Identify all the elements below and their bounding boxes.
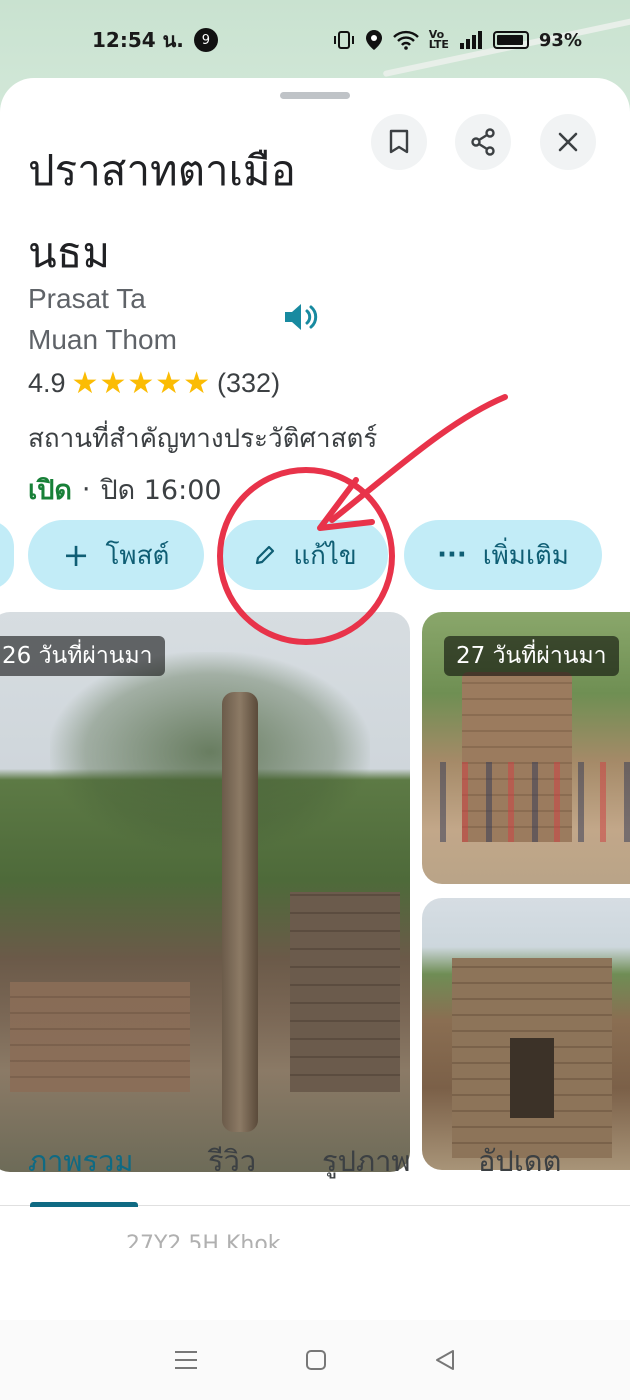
tab-photos[interactable]: รูปภาพ bbox=[322, 1138, 411, 1184]
speaker-icon[interactable] bbox=[282, 300, 322, 334]
more-label: เพิ่มเติม bbox=[482, 540, 569, 571]
close-icon bbox=[558, 132, 578, 152]
tree-canopy bbox=[50, 652, 370, 852]
review-count: (332) bbox=[217, 368, 281, 398]
temple-doorway bbox=[510, 1038, 554, 1118]
place-category: สถานที่สำคัญทางประวัติศาสตร์ bbox=[28, 424, 378, 454]
address-peek: 27Y2 5H Khok bbox=[126, 1232, 281, 1248]
share-button[interactable] bbox=[455, 114, 511, 170]
closing-time: ปิด 16:00 bbox=[100, 475, 222, 506]
tab-updates[interactable]: อัปเดต bbox=[478, 1138, 561, 1184]
ruin-structure bbox=[290, 892, 400, 1092]
share-icon bbox=[471, 128, 495, 156]
signal-icon bbox=[459, 30, 483, 50]
tab-reviews[interactable]: รีวิว bbox=[208, 1138, 256, 1184]
place-subtitle: Prasat Ta Muan Thom bbox=[28, 278, 278, 360]
photo-date-badge: 26 วันที่ผ่านมา bbox=[0, 636, 165, 676]
save-button[interactable] bbox=[371, 114, 427, 170]
ellipsis-icon: ··· bbox=[437, 540, 467, 570]
open-status: เปิด bbox=[28, 475, 72, 506]
rating-value: 4.9 bbox=[28, 368, 66, 398]
photo-date-badge-side: 27 วันที่ผ่านมา bbox=[444, 636, 619, 676]
vibrate-icon bbox=[333, 30, 355, 50]
ruin-wall bbox=[10, 982, 190, 1092]
chip-offscreen[interactable] bbox=[0, 520, 14, 590]
rating-stars: ★★★★★ bbox=[71, 367, 212, 400]
plus-icon: + bbox=[62, 536, 90, 574]
bookmark-icon bbox=[389, 129, 409, 154]
close-button[interactable] bbox=[540, 114, 596, 170]
edit-label: แก้ไข bbox=[293, 540, 357, 571]
subtitle-line-2: Muan Thom bbox=[28, 324, 177, 355]
more-button[interactable]: ··· เพิ่มเติม bbox=[404, 520, 602, 590]
photo-main[interactable]: 26 วันที่ผ่านมา bbox=[0, 612, 410, 1172]
recents-icon[interactable] bbox=[173, 1349, 199, 1371]
home-icon[interactable] bbox=[304, 1348, 328, 1372]
tree-trunk bbox=[222, 692, 258, 1132]
status-time: 12:54 น. bbox=[92, 28, 184, 52]
photo-side-top[interactable]: 27 วันที่ผ่านมา bbox=[422, 612, 630, 884]
notification-count-badge: 9 bbox=[193, 28, 218, 52]
subtitle-line-1: Prasat Ta bbox=[28, 283, 146, 314]
active-tab-indicator bbox=[30, 1202, 138, 1207]
hours-separator: · bbox=[81, 474, 91, 505]
battery-level: 93% bbox=[538, 29, 582, 51]
location-icon bbox=[365, 29, 383, 51]
back-icon[interactable] bbox=[433, 1348, 457, 1372]
wifi-icon bbox=[392, 30, 419, 50]
place-title: ปราสาทตาเมือ นธม bbox=[28, 130, 368, 294]
tab-bar: ภาพรวม รีวิว รูปภาพ อัปเดต bbox=[0, 1110, 630, 1206]
place-title-line-1: ปราสาทตาเมือ bbox=[28, 146, 296, 195]
tab-overview[interactable]: ภาพรวม bbox=[28, 1138, 134, 1184]
pencil-icon bbox=[256, 545, 275, 565]
status-bar: 12:54 น. 9 Vo LTE 93% bbox=[0, 0, 630, 80]
volte-icon: Vo LTE bbox=[428, 28, 449, 51]
post-label: โพสต์ bbox=[105, 540, 170, 571]
post-button[interactable]: + โพสต์ bbox=[28, 520, 204, 590]
system-nav-bar bbox=[0, 1320, 630, 1400]
edit-button[interactable]: แก้ไข bbox=[222, 520, 388, 590]
drag-handle[interactable] bbox=[280, 92, 350, 99]
content-peek bbox=[0, 1210, 630, 1270]
battery-icon bbox=[492, 31, 529, 49]
crowd bbox=[422, 762, 630, 842]
rating-row[interactable]: 4.9 ★★★★★ (332) bbox=[28, 366, 280, 401]
hours-row[interactable]: เปิด · ปิด 16:00 bbox=[28, 468, 222, 511]
